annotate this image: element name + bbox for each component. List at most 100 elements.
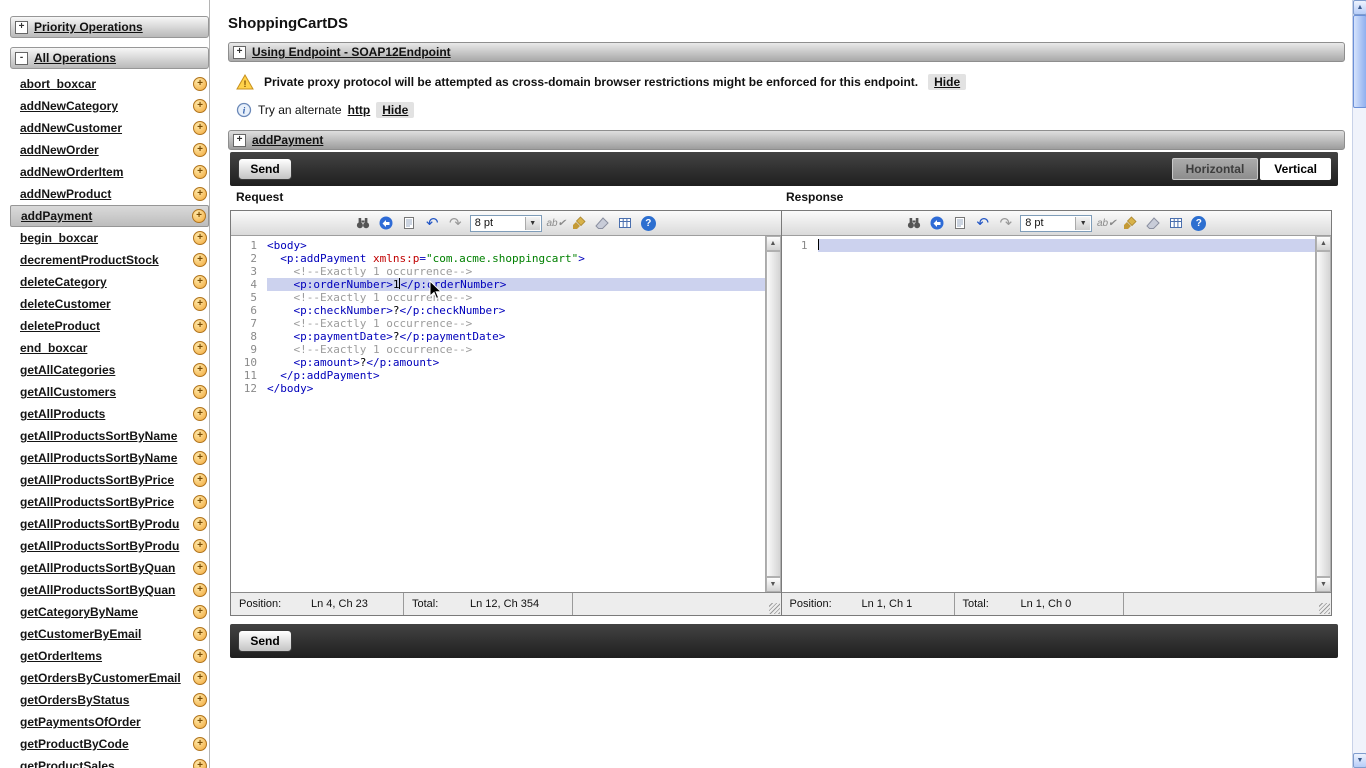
expand-operation-icon[interactable]: + [193,253,207,267]
expand-operation-icon[interactable]: + [193,363,207,377]
hide-alternate-link[interactable]: Hide [376,102,415,118]
expand-operation-icon[interactable]: + [193,297,207,311]
sidebar-item-getAllProducts[interactable]: getAllProducts + [10,403,209,425]
sidebar-item-decrementProductStock[interactable]: decrementProductStock + [10,249,209,271]
hide-warning-link[interactable]: Hide [928,74,967,90]
sidebar-item-getAllProductsSortByName[interactable]: getAllProductsSortByName + [10,447,209,469]
clean-brush-icon[interactable] [1121,215,1138,232]
sidebar-item-getProductSales[interactable]: getProductSales + [10,755,209,768]
sidebar-item-getAllProductsSortByName[interactable]: getAllProductsSortByName + [10,425,209,447]
sidebar-item-getAllProductsSortByQuan[interactable]: getAllProductsSortByQuan + [10,557,209,579]
all-operations-header[interactable]: - All Operations [10,47,209,69]
format-xml-icon[interactable] [378,215,395,232]
view-source-icon[interactable] [951,215,968,232]
expand-operation-icon[interactable]: + [193,473,207,487]
expand-operation-icon[interactable]: + [193,737,207,751]
sidebar-item-deleteProduct[interactable]: deleteProduct + [10,315,209,337]
resize-grip[interactable] [1319,603,1330,614]
vertical-layout-button[interactable]: Vertical [1260,158,1331,180]
eraser-icon[interactable] [594,215,611,232]
spellcheck-icon[interactable]: ab✔ [547,215,567,232]
search-icon[interactable] [905,215,922,232]
expand-operation-icon[interactable]: + [193,99,207,113]
sidebar-item-getAllProductsSortByProdu[interactable]: getAllProductsSortByProdu + [10,535,209,557]
redo-icon[interactable]: ↷ [447,215,464,232]
scroll-down-icon[interactable]: ▼ [1353,753,1366,768]
all-operations-label[interactable]: All Operations [34,51,116,65]
resize-grip[interactable] [768,603,780,614]
eraser-icon[interactable] [1144,215,1161,232]
expand-operation-icon[interactable]: + [193,451,207,465]
table-grid-icon[interactable] [1167,215,1184,232]
expand-operation-icon[interactable]: + [193,759,207,768]
expand-operation-icon[interactable]: + [193,77,207,91]
operation-name-label[interactable]: addPayment [252,133,323,147]
view-source-icon[interactable] [401,215,418,232]
response-editor-scrollbar[interactable]: ▲ ▼ [1315,236,1331,592]
request-editor-scrollbar[interactable]: ▲ ▼ [764,236,781,592]
sidebar-item-deleteCategory[interactable]: deleteCategory + [10,271,209,293]
font-size-select[interactable]: 8 pt ▼ [1020,214,1093,232]
undo-icon[interactable]: ↶ [424,215,441,232]
scroll-down-icon[interactable]: ▼ [1316,577,1331,592]
expand-operation-icon[interactable]: + [193,605,207,619]
expand-operation-icon[interactable]: + [193,231,207,245]
sidebar-item-addNewOrderItem[interactable]: addNewOrderItem + [10,161,209,183]
sidebar-item-addNewOrder[interactable]: addNewOrder + [10,139,209,161]
send-button-bottom[interactable]: Send [238,630,292,652]
sidebar-item-addNewCategory[interactable]: addNewCategory + [10,95,209,117]
table-grid-icon[interactable] [617,215,634,232]
endpoint-section-bar[interactable]: + Using Endpoint - SOAP12Endpoint [228,42,1345,62]
sidebar-item-getPaymentsOfOrder[interactable]: getPaymentsOfOrder + [10,711,209,733]
horizontal-layout-button[interactable]: Horizontal [1171,158,1259,180]
page-scrollbar[interactable]: ▲ ▼ [1352,0,1366,768]
expand-operation-icon[interactable]: + [193,539,207,553]
sidebar-item-getAllCustomers[interactable]: getAllCustomers + [10,381,209,403]
sidebar-item-getProductByCode[interactable]: getProductByCode + [10,733,209,755]
sidebar-item-abort_boxcar[interactable]: abort_boxcar + [10,73,209,95]
sidebar-item-getAllProductsSortByPrice[interactable]: getAllProductsSortByPrice + [10,469,209,491]
sidebar-item-getCategoryByName[interactable]: getCategoryByName + [10,601,209,623]
sidebar-item-begin_boxcar[interactable]: begin_boxcar + [10,227,209,249]
scroll-up-icon[interactable]: ▲ [1353,0,1366,15]
send-button[interactable]: Send [238,158,292,180]
expand-icon[interactable]: + [233,133,246,147]
expand-operation-icon[interactable]: + [193,649,207,663]
scroll-up-icon[interactable]: ▲ [1316,236,1331,251]
expand-operation-icon[interactable]: + [193,121,207,135]
help-icon[interactable]: ? [640,215,657,232]
sidebar-item-getAllProductsSortByQuan[interactable]: getAllProductsSortByQuan + [10,579,209,601]
expand-operation-icon[interactable]: + [193,385,207,399]
expand-operation-icon[interactable]: + [193,693,207,707]
expand-operation-icon[interactable]: + [193,143,207,157]
sidebar-item-end_boxcar[interactable]: end_boxcar + [10,337,209,359]
sidebar-item-deleteCustomer[interactable]: deleteCustomer + [10,293,209,315]
expand-operation-icon[interactable]: + [193,495,207,509]
sidebar-item-getCustomerByEmail[interactable]: getCustomerByEmail + [10,623,209,645]
expand-icon[interactable]: + [233,45,246,59]
scroll-up-icon[interactable]: ▲ [765,236,781,251]
response-editor[interactable]: 1 [782,236,1315,592]
sidebar-item-getAllCategories[interactable]: getAllCategories + [10,359,209,381]
scroll-down-icon[interactable]: ▼ [765,577,781,592]
expand-operation-icon[interactable]: + [193,341,207,355]
sidebar-item-getOrdersByStatus[interactable]: getOrdersByStatus + [10,689,209,711]
search-icon[interactable] [355,215,372,232]
sidebar-item-getOrdersByCustomerEmail[interactable]: getOrdersByCustomerEmail + [10,667,209,689]
expand-operation-icon[interactable]: + [193,319,207,333]
sidebar-item-getAllProductsSortByPrice[interactable]: getAllProductsSortByPrice + [10,491,209,513]
sidebar-item-addNewProduct[interactable]: addNewProduct + [10,183,209,205]
spellcheck-icon[interactable]: ab✔ [1097,215,1117,232]
expand-operation-icon[interactable]: + [193,187,207,201]
alternate-http-link[interactable]: http [348,103,371,117]
expand-operation-icon[interactable]: + [193,583,207,597]
expand-operation-icon[interactable]: + [193,275,207,289]
operation-section-bar[interactable]: + addPayment [228,130,1345,150]
scrollbar-thumb[interactable] [1316,251,1331,577]
format-xml-icon[interactable] [928,215,945,232]
expand-operation-icon[interactable]: + [193,429,207,443]
expand-operation-icon[interactable]: + [193,517,207,531]
request-editor[interactable]: 1 <body> 2 <p:addPayment xmlns:p="com.acme… [231,236,765,592]
sidebar-item-addNewCustomer[interactable]: addNewCustomer + [10,117,209,139]
undo-icon[interactable]: ↶ [974,215,991,232]
